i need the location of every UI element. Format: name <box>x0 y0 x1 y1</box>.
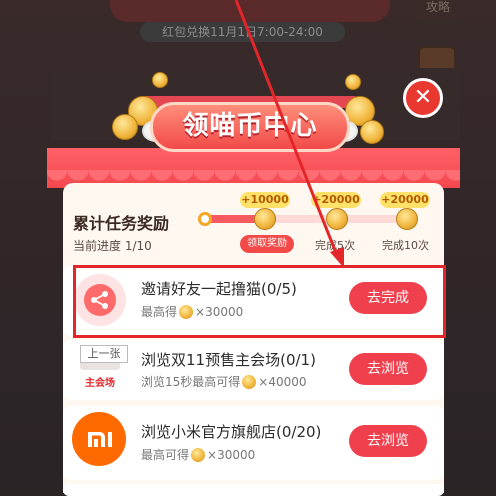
milestone-reward: +10000 <box>240 192 290 208</box>
prev-page-tag[interactable]: 上一张 <box>80 345 128 363</box>
xiaomi-logo-icon <box>72 412 126 466</box>
task-title: 浏览小米官方旗舰店(0/20) <box>141 423 322 441</box>
task-reward: 最高可得 ×30000 <box>141 446 255 463</box>
milestone-label: 完成5次 <box>315 239 355 252</box>
progress-start-dot <box>198 212 212 226</box>
coin-icon <box>345 74 361 90</box>
cumulative-title: 累计任务奖励 <box>73 214 170 233</box>
coin-icon <box>112 114 138 140</box>
reward-prefix: 最高可得 <box>141 448 190 462</box>
browse-button[interactable]: 去浏览 <box>349 425 427 457</box>
progress-text: 当前进度 1/10 <box>73 239 152 253</box>
milestone-coin-icon <box>254 208 276 230</box>
milestone-reward: +20000 <box>311 192 361 208</box>
milestone-coin-icon <box>326 208 348 230</box>
claim-reward-button[interactable]: 领取奖励 <box>240 235 294 253</box>
coin-icon <box>191 448 206 462</box>
reward-amount: ×30000 <box>207 448 256 462</box>
redeem-time-label: 红包兑换11月1日7:00-24:00 <box>140 22 345 42</box>
strategy-tab[interactable]: 攻略 <box>418 0 458 20</box>
coin-icon <box>152 72 168 88</box>
modal-title: 领喵币中心 <box>182 111 318 141</box>
milestone-coin-icon <box>396 208 418 230</box>
milestone-reward: +20000 <box>380 192 430 208</box>
reward-prefix: 浏览15秒最高可得 <box>141 375 241 389</box>
close-button[interactable]: ✕ <box>403 78 443 118</box>
task-reward: 浏览15秒最高可得 ×40000 <box>141 373 307 390</box>
venue-icon-text: 主会场 <box>85 378 115 389</box>
highlight-box <box>73 265 446 338</box>
event-title-banner <box>110 0 390 22</box>
reward-amount: ×40000 <box>258 375 307 389</box>
milestone-label: 完成10次 <box>382 239 429 252</box>
task-title: 浏览双11预售主会场(0/1) <box>141 351 316 369</box>
browse-button[interactable]: 去浏览 <box>349 353 427 385</box>
close-icon: ✕ <box>413 85 433 110</box>
coin-icon <box>360 120 384 144</box>
coin-icon <box>242 375 257 389</box>
task-row <box>63 484 444 496</box>
